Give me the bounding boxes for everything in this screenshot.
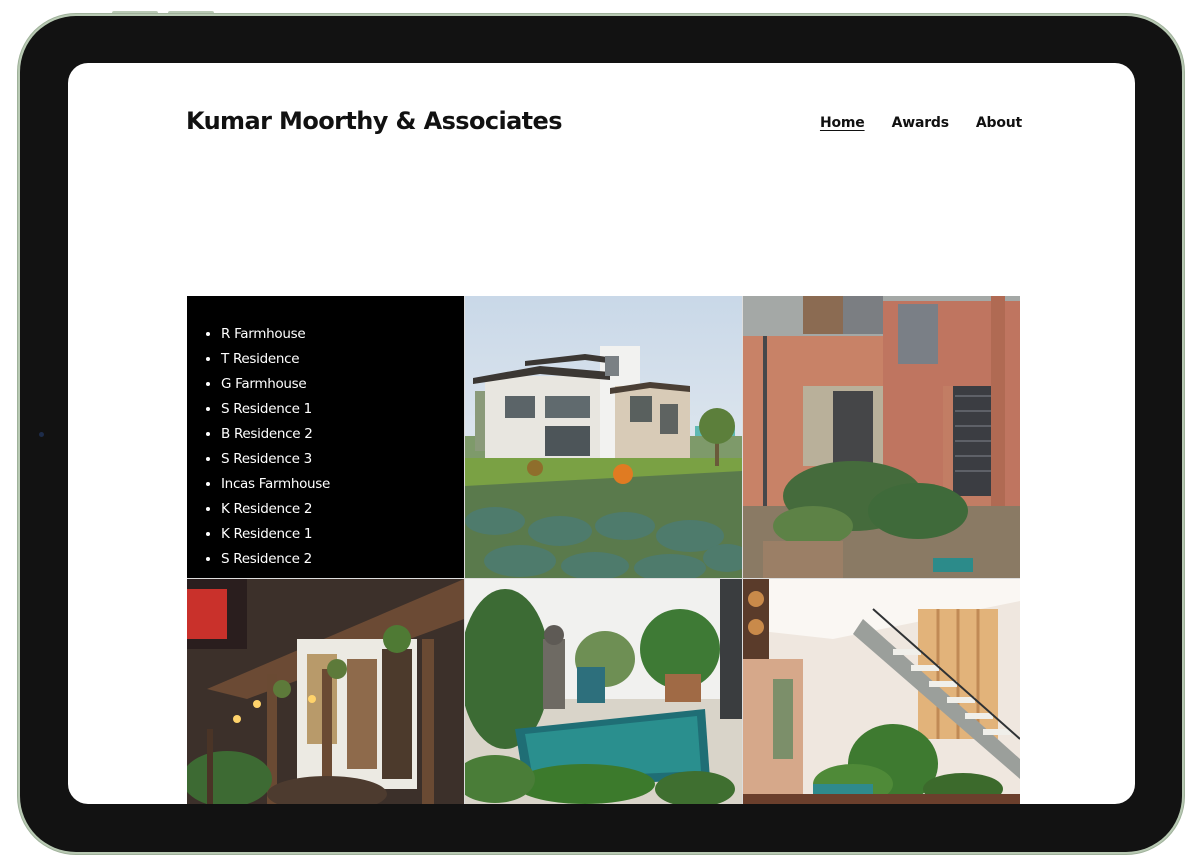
main-nav: Home Awards About [820,115,1022,131]
project-link[interactable]: R Farmhouse [221,326,306,342]
project-link[interactable]: B Residence 2 [221,426,313,442]
project-list: R Farmhouse T Residence G Farmhouse S Re… [187,322,464,572]
project-list-panel: R Farmhouse T Residence G Farmhouse S Re… [187,296,464,578]
list-item: G Farmhouse [221,372,464,397]
list-item: S Residence 3 [221,447,464,472]
list-item: S Residence 1 [221,397,464,422]
project-grid: R Farmhouse T Residence G Farmhouse S Re… [187,296,1020,804]
nav-awards[interactable]: Awards [892,115,949,131]
nav-about[interactable]: About [976,115,1022,131]
list-item: K Residence 1 [221,522,464,547]
project-link[interactable]: Incas Farmhouse [221,476,330,492]
list-item: K Residence 2 [221,497,464,522]
veranda-lanterns-photo[interactable] [187,579,464,804]
list-item: T Residence [221,347,464,372]
project-link[interactable]: S Residence 1 [221,401,312,417]
project-link[interactable]: G Farmhouse [221,376,307,392]
site-title[interactable]: Kumar Moorthy & Associates [186,107,563,135]
list-item: R Farmhouse [221,322,464,347]
buddha-pool-photo[interactable] [465,579,742,804]
screen: Kumar Moorthy & Associates Home Awards A… [68,63,1135,804]
project-link[interactable]: S Residence 3 [221,451,312,467]
list-item: B Residence 2 [221,422,464,447]
project-link[interactable]: T Residence [221,351,300,367]
tablet-frame: Kumar Moorthy & Associates Home Awards A… [20,16,1182,852]
list-item: S Residence 2 [221,547,464,572]
camera-icon [39,432,44,437]
project-link[interactable]: S Residence 2 [221,551,312,567]
brick-courtyard-photo[interactable] [743,296,1020,578]
list-item: Incas Farmhouse [221,472,464,497]
project-link[interactable]: K Residence 1 [221,526,312,542]
nav-home[interactable]: Home [820,115,865,131]
staircase-garden-photo[interactable] [743,579,1020,804]
house-exterior-photo[interactable] [465,296,742,578]
project-link[interactable]: K Residence 2 [221,501,312,517]
